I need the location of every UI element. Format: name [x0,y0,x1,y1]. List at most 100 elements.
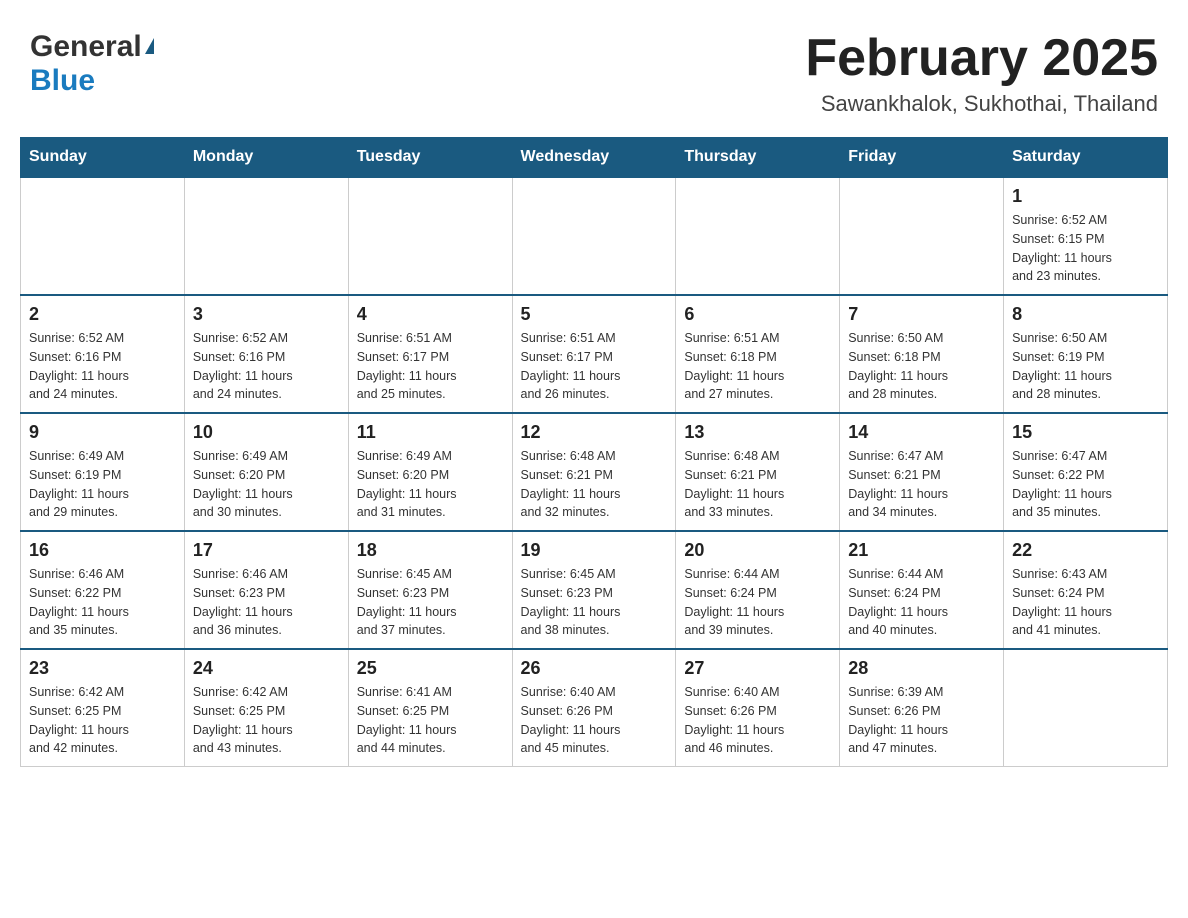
day-info: Sunrise: 6:43 AMSunset: 6:24 PMDaylight:… [1012,565,1159,640]
logo-general: General [30,30,142,64]
day-number: 10 [193,422,340,443]
week-row-1: 1 Sunrise: 6:52 AMSunset: 6:15 PMDaylight… [21,177,1168,295]
day-number: 7 [848,304,995,325]
calendar-cell: 4Sunrise: 6:51 AMSunset: 6:17 PMDaylight… [348,295,512,413]
calendar-cell: 10 Sunrise: 6:49 AMSunset: 6:20 PMDayligh… [184,413,348,531]
calendar-cell: 6 Sunrise: 6:51 AMSunset: 6:18 PMDaylight… [676,295,840,413]
day-info: Sunrise: 6:40 AMSunset: 6:26 PMDaylight:… [684,683,831,758]
day-number: 1 [1012,186,1159,207]
calendar-cell: 1 Sunrise: 6:52 AMSunset: 6:15 PMDaylight… [1004,177,1168,295]
day-number: 12 [521,422,668,443]
day-info: Sunrise: 6:44 AMSunset: 6:24 PMDaylight:… [684,565,831,640]
calendar-cell: 22 Sunrise: 6:43 AMSunset: 6:24 PMDayligh… [1004,531,1168,649]
day-info: Sunrise: 6:52 AMSunset: 6:15 PMDaylight:… [1012,211,1159,286]
day-number: 24 [193,658,340,679]
calendar-cell: 19Sunrise: 6:45 AMSunset: 6:23 PMDayligh… [512,531,676,649]
page-title: February 2025 [805,30,1158,87]
weekday-header-saturday: Saturday [1004,138,1168,178]
week-row-3: 9 Sunrise: 6:49 AMSunset: 6:19 PMDaylight… [21,413,1168,531]
calendar-cell: 24 Sunrise: 6:42 AMSunset: 6:25 PMDayligh… [184,649,348,767]
day-number: 8 [1012,304,1159,325]
day-info: Sunrise: 6:49 AMSunset: 6:20 PMDaylight:… [193,447,340,522]
day-number: 18 [357,540,504,561]
day-number: 14 [848,422,995,443]
day-number: 23 [29,658,176,679]
day-info: Sunrise: 6:41 AMSunset: 6:25 PMDaylight:… [357,683,504,758]
day-info: Sunrise: 6:49 AMSunset: 6:19 PMDaylight:… [29,447,176,522]
weekday-header-tuesday: Tuesday [348,138,512,178]
day-number: 16 [29,540,176,561]
day-info: Sunrise: 6:45 AMSunset: 6:23 PMDaylight:… [357,565,504,640]
day-number: 20 [684,540,831,561]
subtitle: Sawankhalok, Sukhothai, Thailand [805,91,1158,117]
calendar-cell: 9 Sunrise: 6:49 AMSunset: 6:19 PMDaylight… [21,413,185,531]
day-number: 19 [521,540,668,561]
day-info: Sunrise: 6:42 AMSunset: 6:25 PMDaylight:… [29,683,176,758]
day-number: 26 [521,658,668,679]
day-info: Sunrise: 6:50 AMSunset: 6:19 PMDaylight:… [1012,329,1159,404]
day-info: Sunrise: 6:48 AMSunset: 6:21 PMDaylight:… [521,447,668,522]
day-number: 22 [1012,540,1159,561]
calendar-cell: 28 Sunrise: 6:39 AMSunset: 6:26 PMDayligh… [840,649,1004,767]
day-info: Sunrise: 6:39 AMSunset: 6:26 PMDaylight:… [848,683,995,758]
day-info: Sunrise: 6:48 AMSunset: 6:21 PMDaylight:… [684,447,831,522]
calendar-cell: 15 Sunrise: 6:47 AMSunset: 6:22 PMDayligh… [1004,413,1168,531]
calendar-cell: 26 Sunrise: 6:40 AMSunset: 6:26 PMDayligh… [512,649,676,767]
day-number: 9 [29,422,176,443]
week-row-2: 2 Sunrise: 6:52 AMSunset: 6:16 PMDaylight… [21,295,1168,413]
calendar-cell: 20 Sunrise: 6:44 AMSunset: 6:24 PMDayligh… [676,531,840,649]
day-info: Sunrise: 6:47 AMSunset: 6:22 PMDaylight:… [1012,447,1159,522]
week-row-5: 23 Sunrise: 6:42 AMSunset: 6:25 PMDayligh… [21,649,1168,767]
day-info: Sunrise: 6:51 AMSunset: 6:18 PMDaylight:… [684,329,831,404]
calendar-cell: 23 Sunrise: 6:42 AMSunset: 6:25 PMDayligh… [21,649,185,767]
day-number: 11 [357,422,504,443]
logo-triangle-icon [145,38,154,54]
calendar-cell: 7Sunrise: 6:50 AMSunset: 6:18 PMDaylight… [840,295,1004,413]
day-number: 28 [848,658,995,679]
calendar-cell: 21Sunrise: 6:44 AMSunset: 6:24 PMDayligh… [840,531,1004,649]
calendar-cell: 17 Sunrise: 6:46 AMSunset: 6:23 PMDayligh… [184,531,348,649]
day-number: 2 [29,304,176,325]
day-number: 4 [357,304,504,325]
calendar-cell: 14 Sunrise: 6:47 AMSunset: 6:21 PMDayligh… [840,413,1004,531]
calendar-cell: 13 Sunrise: 6:48 AMSunset: 6:21 PMDayligh… [676,413,840,531]
day-info: Sunrise: 6:52 AMSunset: 6:16 PMDaylight:… [29,329,176,404]
calendar-cell [840,177,1004,295]
weekday-header-thursday: Thursday [676,138,840,178]
calendar-cell: 27Sunrise: 6:40 AMSunset: 6:26 PMDayligh… [676,649,840,767]
day-info: Sunrise: 6:44 AMSunset: 6:24 PMDaylight:… [848,565,995,640]
day-info: Sunrise: 6:42 AMSunset: 6:25 PMDaylight:… [193,683,340,758]
day-info: Sunrise: 6:49 AMSunset: 6:20 PMDaylight:… [357,447,504,522]
logo: General Blue [30,30,154,98]
calendar-cell [512,177,676,295]
calendar-cell: 5Sunrise: 6:51 AMSunset: 6:17 PMDaylight… [512,295,676,413]
day-number: 6 [684,304,831,325]
title-block: February 2025 Sawankhalok, Sukhothai, Th… [805,30,1158,117]
calendar-cell: 25 Sunrise: 6:41 AMSunset: 6:25 PMDayligh… [348,649,512,767]
calendar-cell: 3 Sunrise: 6:52 AMSunset: 6:16 PMDaylight… [184,295,348,413]
calendar-cell [21,177,185,295]
day-info: Sunrise: 6:47 AMSunset: 6:21 PMDaylight:… [848,447,995,522]
logo-blue: Blue [30,64,95,97]
day-number: 13 [684,422,831,443]
calendar-table: SundayMondayTuesdayWednesdayThursdayFrid… [20,137,1168,767]
day-info: Sunrise: 6:40 AMSunset: 6:26 PMDaylight:… [521,683,668,758]
day-info: Sunrise: 6:46 AMSunset: 6:22 PMDaylight:… [29,565,176,640]
calendar-cell [348,177,512,295]
weekday-header-row: SundayMondayTuesdayWednesdayThursdayFrid… [21,138,1168,178]
calendar-cell: 12 Sunrise: 6:48 AMSunset: 6:21 PMDayligh… [512,413,676,531]
day-number: 25 [357,658,504,679]
calendar-cell: 11 Sunrise: 6:49 AMSunset: 6:20 PMDayligh… [348,413,512,531]
calendar-cell [184,177,348,295]
day-number: 17 [193,540,340,561]
calendar-cell: 18 Sunrise: 6:45 AMSunset: 6:23 PMDayligh… [348,531,512,649]
day-info: Sunrise: 6:52 AMSunset: 6:16 PMDaylight:… [193,329,340,404]
week-row-4: 16 Sunrise: 6:46 AMSunset: 6:22 PMDayligh… [21,531,1168,649]
day-info: Sunrise: 6:46 AMSunset: 6:23 PMDaylight:… [193,565,340,640]
weekday-header-friday: Friday [840,138,1004,178]
day-number: 3 [193,304,340,325]
day-number: 15 [1012,422,1159,443]
day-info: Sunrise: 6:51 AMSunset: 6:17 PMDaylight:… [521,329,668,404]
calendar-cell [1004,649,1168,767]
weekday-header-monday: Monday [184,138,348,178]
